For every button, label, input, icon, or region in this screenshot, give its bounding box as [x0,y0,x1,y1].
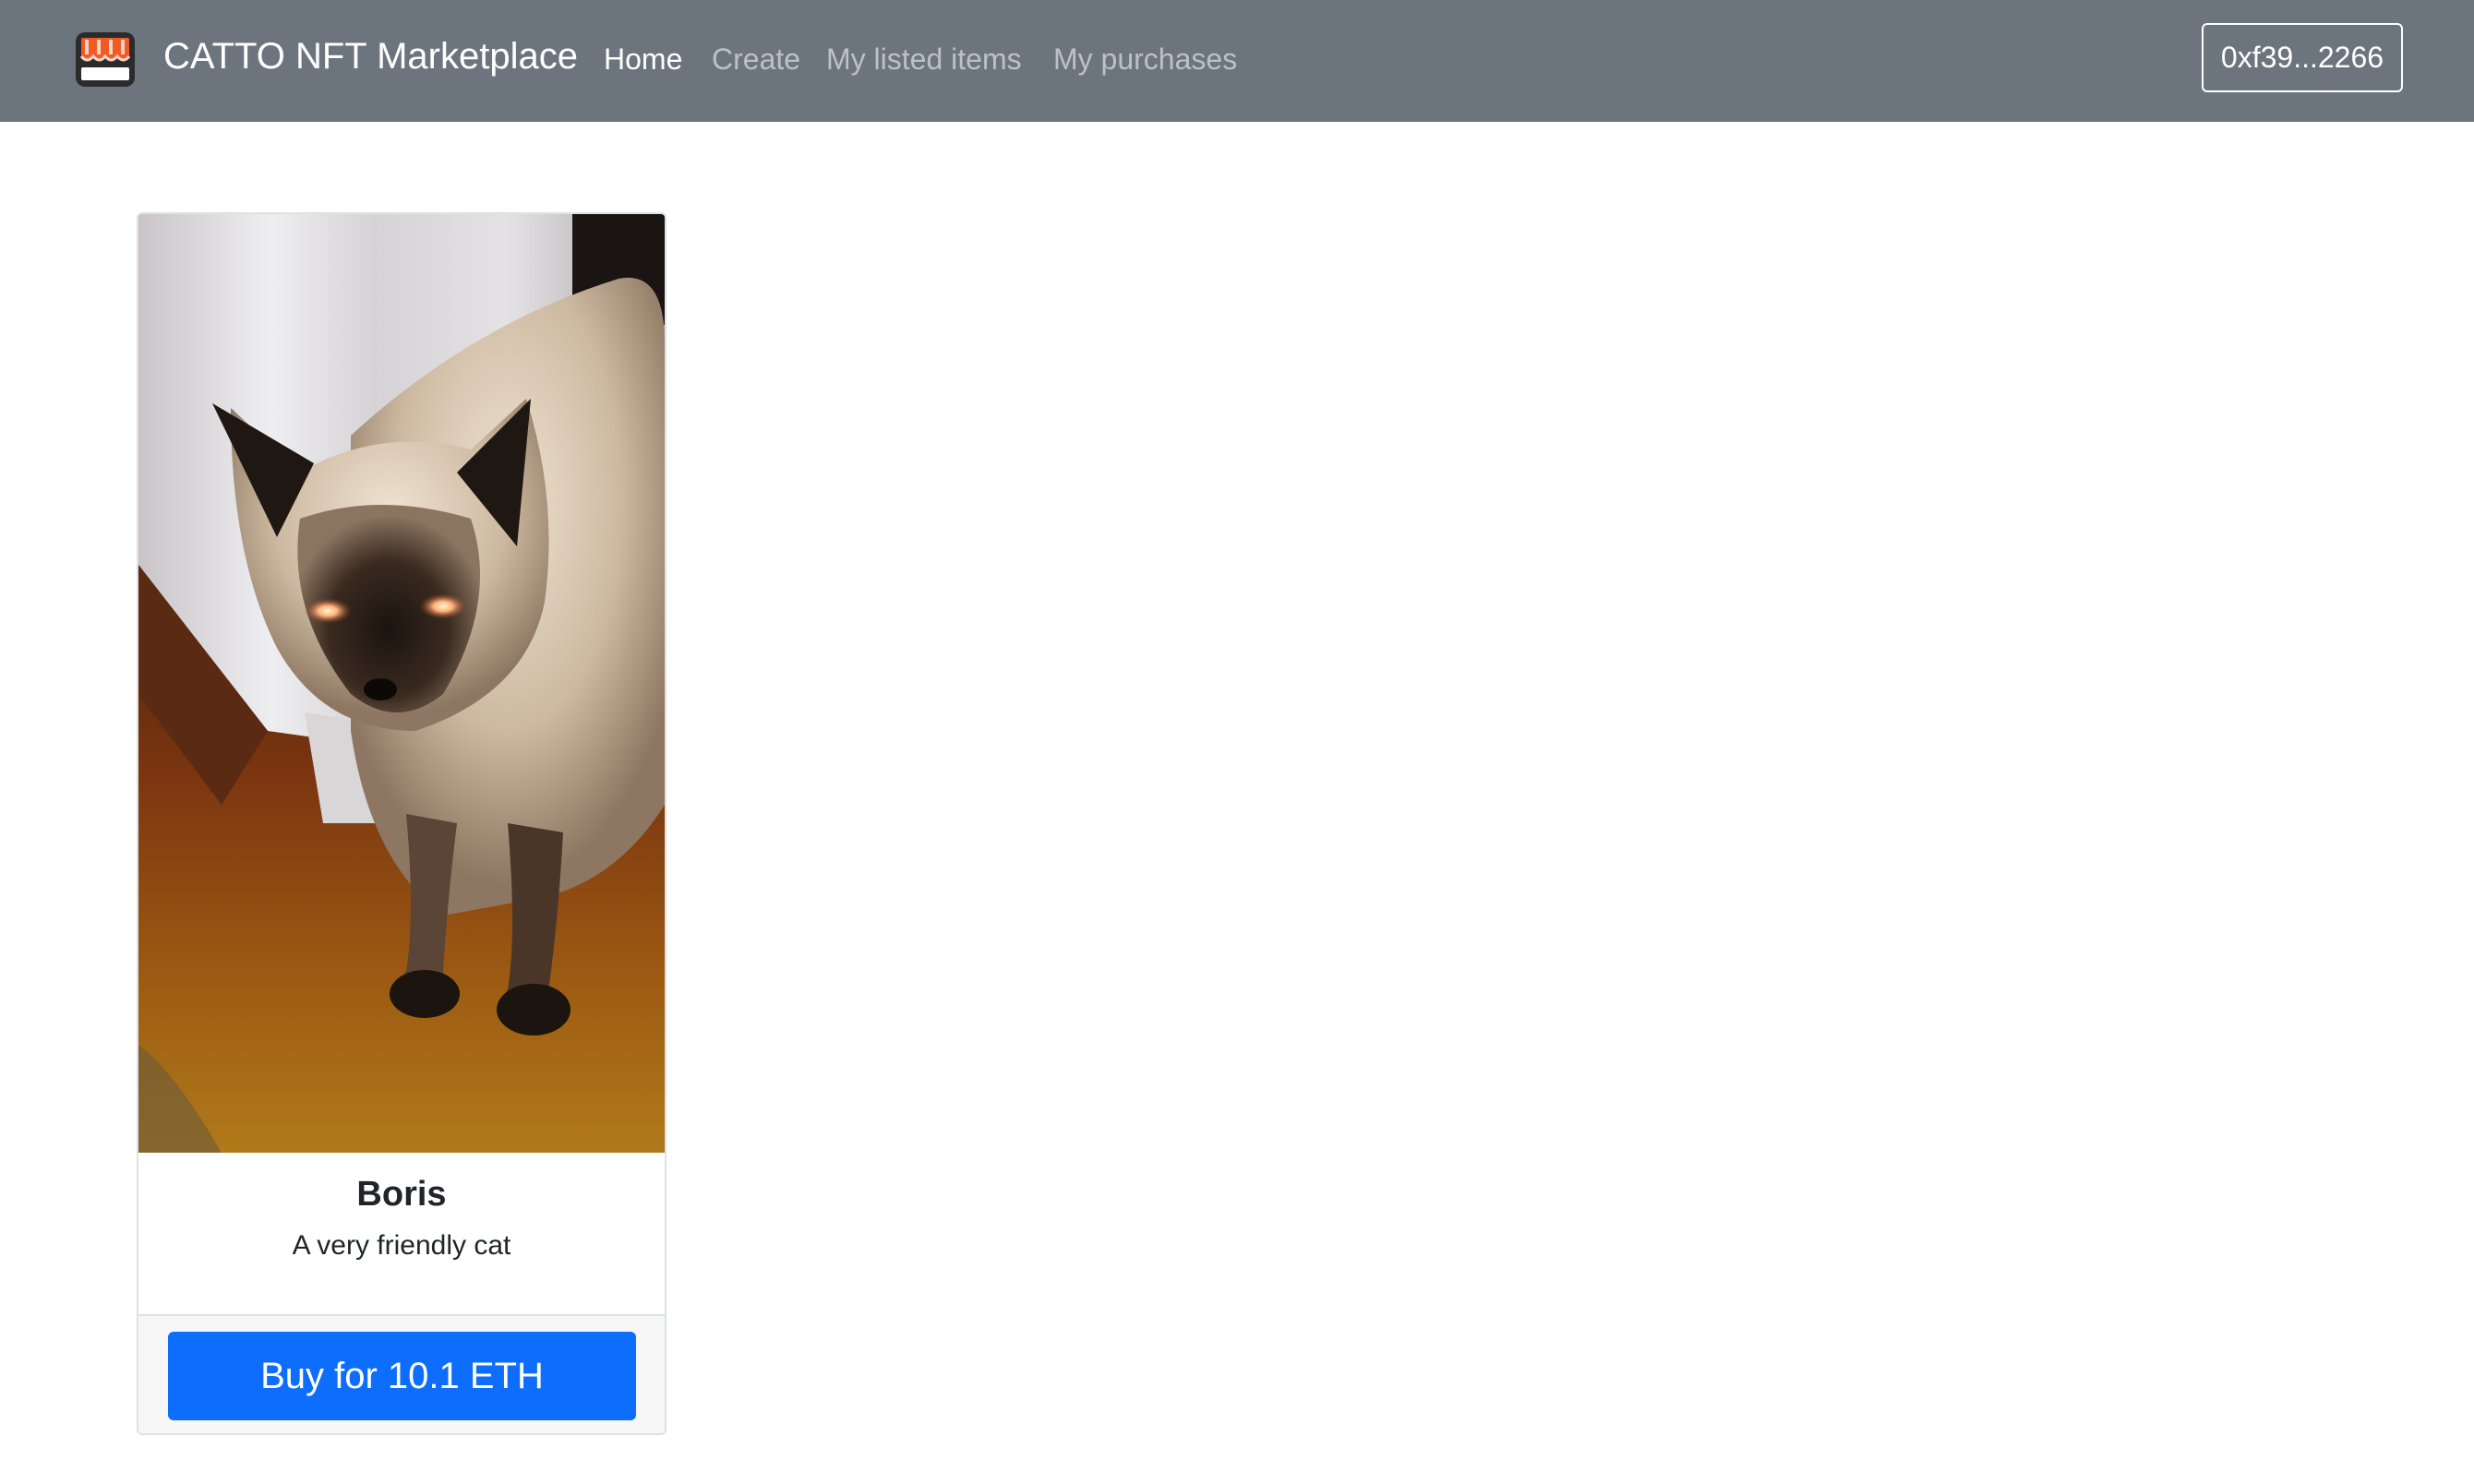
nft-description: A very friendly cat [292,1230,511,1261]
wallet-account-button[interactable]: 0xf39...2266 [2202,23,2403,92]
shop-storefront-icon[interactable] [74,30,137,89]
brand-name[interactable]: CATTO NFT Marketplace [163,28,578,85]
nft-name: Boris [356,1175,447,1214]
card-footer: Buy for 10.1 ETH [138,1314,665,1433]
buy-button[interactable]: Buy for 10.1 ETH [168,1332,636,1420]
navbar: CATTO NFT Marketplace Home Create My lis… [0,0,2474,122]
nft-card: Boris A very friendly cat Buy for 10.1 E… [137,212,667,1435]
nav-link-my-listed-items[interactable]: My listed items [826,35,1022,83]
nft-image [138,214,665,1153]
nav-link-create[interactable]: Create [712,35,800,83]
nav-link-my-purchases[interactable]: My purchases [1053,35,1237,83]
nav-link-home[interactable]: Home [604,35,682,83]
